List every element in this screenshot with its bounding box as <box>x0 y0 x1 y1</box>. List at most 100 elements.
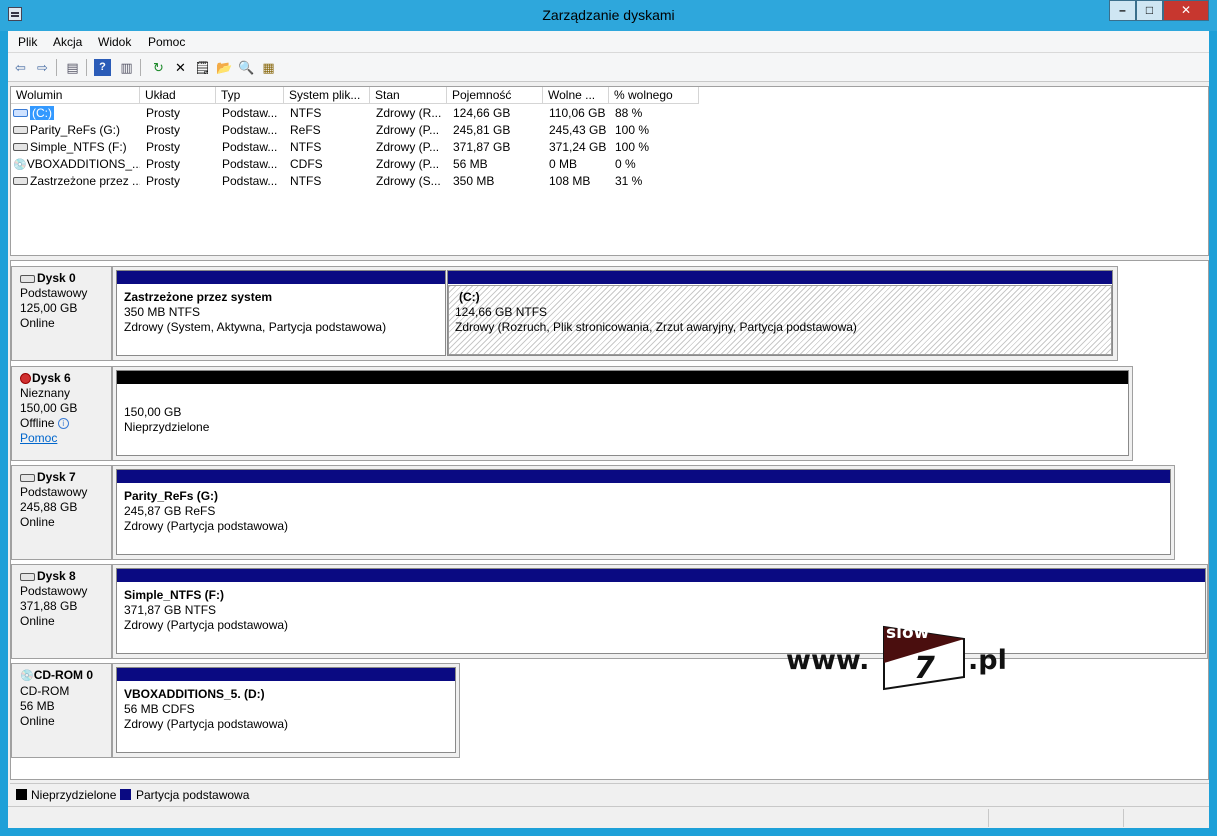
table-row[interactable]: 💿VBOXADDITIONS_... <box>13 156 140 173</box>
partition-bar <box>117 470 1170 483</box>
cell-free: 110,06 GB <box>549 106 606 120</box>
delete-icon[interactable]: ✕ <box>172 59 189 76</box>
partition-size: 56 MB CDFS <box>124 702 195 716</box>
column-header-capacity[interactable]: Pojemność <box>447 87 543 104</box>
partition-d[interactable]: VBOXADDITIONS_5. (D:) 56 MB CDFS Zdrowy … <box>116 667 456 753</box>
partition-status: Nieprzydzielone <box>124 420 210 434</box>
back-icon[interactable]: ⇦ <box>12 59 29 76</box>
disk-type: CD-ROM <box>20 684 70 698</box>
partition-bar <box>117 271 445 284</box>
cd-drive-icon: 💿 <box>20 670 34 682</box>
partition-unallocated[interactable]: 150,00 GB Nieprzydzielone <box>116 370 1129 456</box>
table-row[interactable]: Parity_ReFs (G:) <box>13 122 140 139</box>
cell-percent-free: 100 % <box>615 140 650 154</box>
cell-filesystem: NTFS <box>290 140 322 154</box>
partition-system-reserved[interactable]: Zastrzeżone przez system 350 MB NTFS Zdr… <box>116 270 446 356</box>
explore-icon[interactable]: 🔍 <box>238 59 255 76</box>
console-tree-icon[interactable]: ▤ <box>64 59 81 76</box>
disk-name: Dysk 8 <box>37 569 76 583</box>
rescan-icon[interactable]: ▦ <box>260 59 277 76</box>
column-header-layout[interactable]: Układ <box>140 87 216 104</box>
maximize-button[interactable]: □ <box>1136 0 1163 21</box>
info-icon[interactable]: i <box>57 418 69 430</box>
partition-name: VBOXADDITIONS_5. (D:) <box>124 687 265 701</box>
column-header-filesystem[interactable]: System plik... <box>284 87 370 104</box>
help-icon[interactable]: ? <box>94 59 111 76</box>
cell-free: 108 MB <box>549 174 591 188</box>
cell-status: Zdrowy (R... <box>376 106 442 120</box>
window-title: Zarządzanie dyskami <box>542 7 675 23</box>
cdrom-0-label[interactable]: 💿CD-ROM 0 CD-ROM 56 MB Online <box>11 663 112 758</box>
column-header-volume[interactable]: Wolumin <box>11 87 140 104</box>
disk-graphical-view[interactable]: Dysk 0 Podstawowy 125,00 GB Online Zastr… <box>10 260 1209 780</box>
cell-type: Podstaw... <box>222 106 278 120</box>
cell-layout: Prosty <box>146 106 181 120</box>
disk-8-label[interactable]: Dysk 8 Podstawowy 371,88 GB Online <box>11 564 112 659</box>
column-header-type[interactable]: Typ <box>216 87 284 104</box>
partition-status: Zdrowy (Rozruch, Plik stronicowania, Zrz… <box>455 320 857 334</box>
volume-name: Parity_ReFs (G:) <box>30 123 121 137</box>
cell-layout: Prosty <box>146 174 181 188</box>
partition-size: 150,00 GB <box>124 405 182 419</box>
table-row[interactable]: Simple_NTFS (F:) <box>13 139 140 156</box>
disk-icon <box>20 274 35 283</box>
volume-name: VBOXADDITIONS_... <box>26 157 140 171</box>
show-hide-icon[interactable]: ▥ <box>118 59 135 76</box>
cell-filesystem: NTFS <box>290 106 322 120</box>
menu-file[interactable]: Plik <box>18 35 37 49</box>
partition-status: Zdrowy (System, Aktywna, Partycja podsta… <box>124 320 387 334</box>
close-button[interactable]: ✕ <box>1163 0 1209 21</box>
disk-type: Podstawowy <box>20 584 88 598</box>
disk-size: 56 MB <box>20 699 55 713</box>
menu-action[interactable]: Akcja <box>53 35 82 49</box>
disk-size: 150,00 GB <box>20 401 78 415</box>
cell-filesystem: NTFS <box>290 174 322 188</box>
partition-body-selected: (C:) 124,66 GB NTFS Zdrowy (Rozruch, Pli… <box>448 285 1112 355</box>
cdrom-0-partitions: VBOXADDITIONS_5. (D:) 56 MB CDFS Zdrowy … <box>112 663 460 758</box>
refresh-icon[interactable]: ↻ <box>150 59 167 76</box>
disk-size: 245,88 GB <box>20 500 78 514</box>
cell-status: Zdrowy (P... <box>376 140 440 154</box>
partition-status: Zdrowy (Partycja podstawowa) <box>124 717 289 731</box>
partition-size: 245,87 GB ReFS <box>124 504 216 518</box>
partition-c[interactable]: (C:) 124,66 GB NTFS Zdrowy (Rozruch, Pli… <box>447 270 1113 356</box>
disk-7-label[interactable]: Dysk 7 Podstawowy 245,88 GB Online <box>11 465 112 560</box>
cell-capacity: 56 MB <box>453 157 488 171</box>
disk-6-label[interactable]: Dysk 6 Nieznany 150,00 GB Offline i Pomo… <box>11 366 112 461</box>
column-header-status[interactable]: Stan <box>370 87 447 104</box>
column-header-percent-free[interactable]: % wolnego <box>609 87 699 104</box>
partition-g[interactable]: Parity_ReFs (G:) 245,87 GB ReFS Zdrowy (… <box>116 469 1171 555</box>
offline-stop-icon <box>20 373 31 385</box>
help-link[interactable]: Pomoc <box>20 431 57 445</box>
forward-icon[interactable]: ⇨ <box>34 59 51 76</box>
partition-status: Zdrowy (Partycja podstawowa) <box>124 618 289 632</box>
partition-f[interactable]: Simple_NTFS (F:) 371,87 GB NTFS Zdrowy (… <box>116 568 1206 654</box>
watermark-logo-top: slow <box>886 623 930 643</box>
disk-0-partitions: Zastrzeżone przez system 350 MB NTFS Zdr… <box>112 266 1118 361</box>
disk-6-partitions: 150,00 GB Nieprzydzielone <box>112 366 1133 461</box>
partition-bar <box>117 371 1128 384</box>
partition-bar <box>448 271 1112 284</box>
menu-help[interactable]: Pomoc <box>148 35 185 49</box>
cell-capacity: 371,87 GB <box>453 140 511 154</box>
disk-name: Dysk 6 <box>32 371 71 385</box>
volume-name: Simple_NTFS (F:) <box>30 140 127 154</box>
menu-view[interactable]: Widok <box>98 35 131 49</box>
toolbar: ⇦ ⇨ ▤ ? ▥ ↻ ✕ 🗒 📂 🔍 ▦ <box>8 53 1209 82</box>
column-header-free[interactable]: Wolne ... <box>543 87 609 104</box>
cell-free: 0 MB <box>549 157 578 171</box>
disk-name: Dysk 7 <box>37 470 76 484</box>
legend-label-unallocated: Nieprzydzielone <box>31 788 117 802</box>
disk-name: CD-ROM 0 <box>33 668 94 682</box>
table-row[interactable]: (C:) <box>13 105 140 122</box>
partition-body: Zastrzeżone przez system 350 MB NTFS Zdr… <box>117 285 445 355</box>
disk-status: Online <box>20 714 55 728</box>
disk-8-partitions: Simple_NTFS (F:) 371,87 GB NTFS Zdrowy (… <box>112 564 1208 659</box>
table-row[interactable]: Zastrzeżone przez ... <box>13 173 140 190</box>
properties-icon[interactable]: 🗒 <box>194 59 211 76</box>
open-icon[interactable]: 📂 <box>216 59 233 76</box>
disk-0-label[interactable]: Dysk 0 Podstawowy 125,00 GB Online <box>11 266 112 361</box>
minimize-button[interactable]: – <box>1109 0 1136 21</box>
volume-list[interactable]: Wolumin Układ Typ System plik... Stan Po… <box>10 86 1209 256</box>
watermark-logo-number: 7 <box>914 651 935 686</box>
